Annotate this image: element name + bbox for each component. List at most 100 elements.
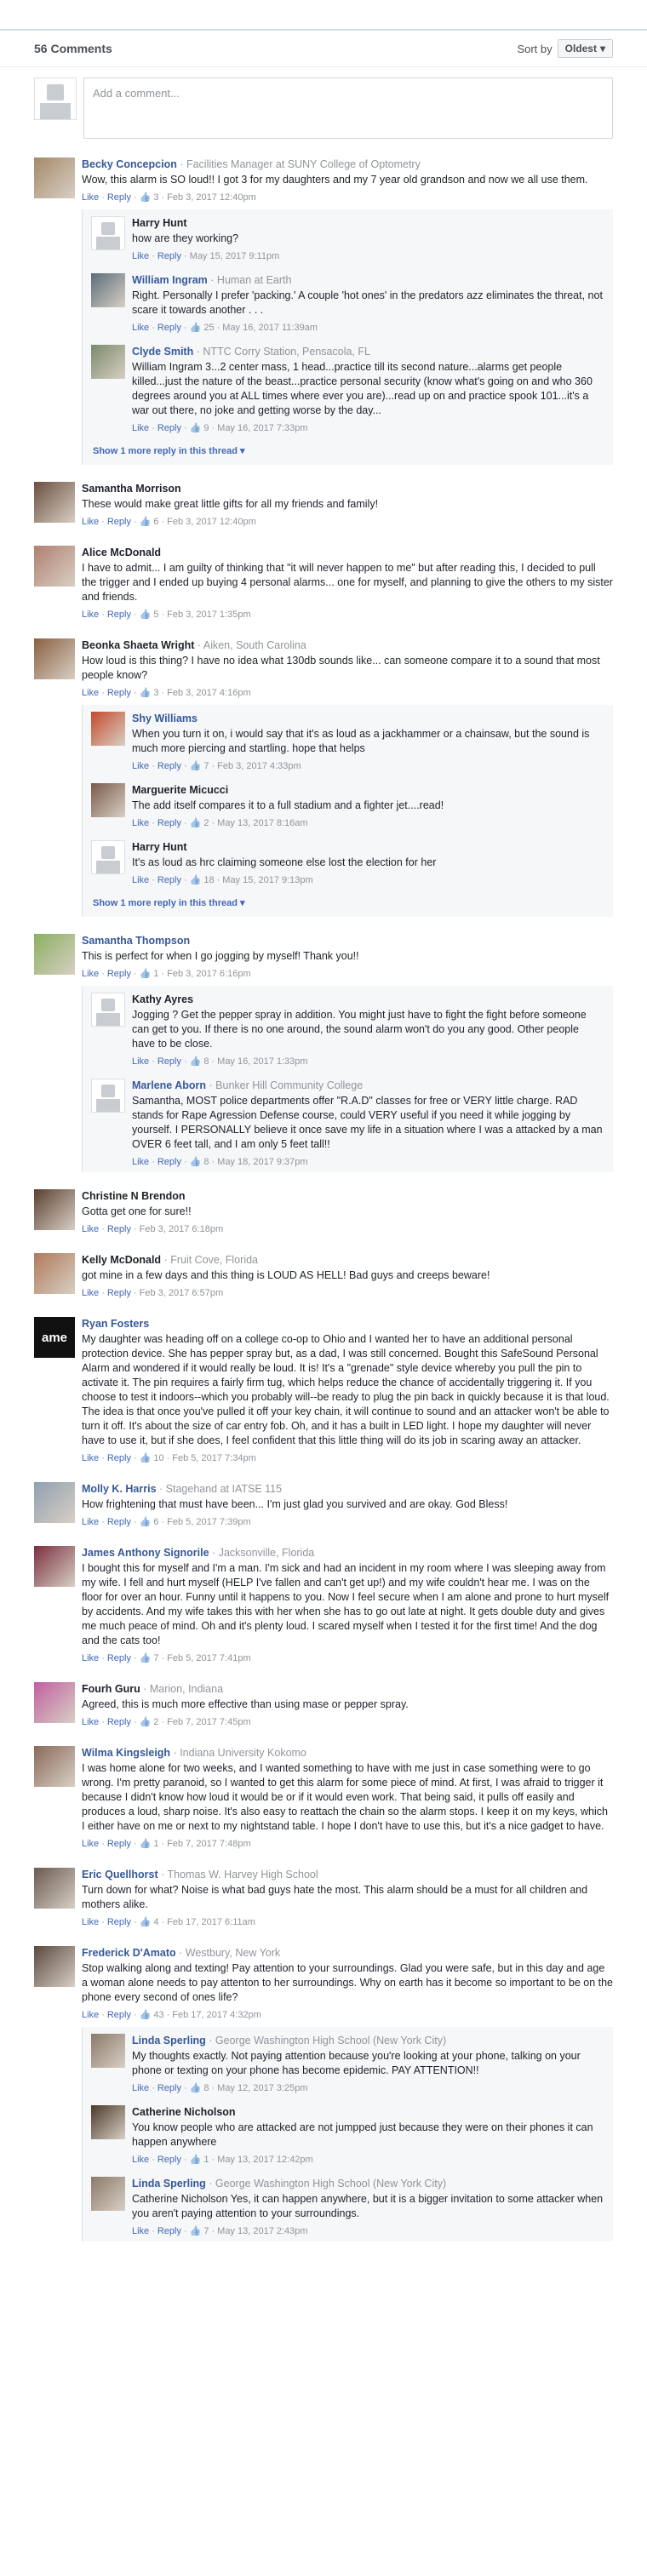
author-name[interactable]: Samantha Thompson <box>82 935 190 947</box>
comment: Wilma Kingsleigh · Indiana University Ko… <box>0 1741 647 1854</box>
reply-link[interactable]: Reply <box>157 1155 181 1169</box>
like-link[interactable]: Like <box>82 2008 99 2022</box>
comment-text: Agreed, this is much more effective than… <box>82 1698 409 1710</box>
separator: · <box>101 610 105 620</box>
reply-link[interactable]: Reply <box>107 191 131 204</box>
separator: · <box>101 1653 105 1663</box>
reply-link[interactable]: Reply <box>107 1286 131 1300</box>
reply-link[interactable]: Reply <box>107 1915 131 1929</box>
like-link[interactable]: Like <box>82 1715 99 1729</box>
author-name[interactable]: Linda Sperling <box>132 2178 206 2190</box>
separator: · <box>101 2010 105 2020</box>
author-name[interactable]: Linda Sperling <box>132 2035 206 2046</box>
like-count: 6 <box>153 517 159 527</box>
like-link[interactable]: Like <box>82 1915 99 1929</box>
author-name[interactable]: Eric Quellhorst <box>82 1869 158 1880</box>
author-line: Wilma Kingsleigh · Indiana University Ko… <box>82 1746 613 1760</box>
reply-link[interactable]: Reply <box>157 1055 181 1068</box>
separator: · <box>133 1839 137 1849</box>
separator: · <box>161 517 165 527</box>
like-link[interactable]: Like <box>82 1837 99 1851</box>
author-name[interactable]: Wilma Kingsleigh <box>82 1747 170 1759</box>
avatar <box>91 2177 125 2211</box>
author-name[interactable]: Clyde Smith <box>132 346 193 358</box>
like-link[interactable]: Like <box>132 421 149 435</box>
like-count: 9 <box>203 423 209 433</box>
timestamp: May 13, 2017 8:16am <box>217 818 308 828</box>
like-link[interactable]: Like <box>132 816 149 830</box>
reply-link[interactable]: Reply <box>157 321 181 335</box>
reply-link[interactable]: Reply <box>157 873 181 887</box>
like-link[interactable]: Like <box>132 2081 149 2095</box>
sort-select[interactable]: Oldest ▾ <box>557 39 613 58</box>
like-link[interactable]: Like <box>82 1652 99 1665</box>
reply-link[interactable]: Reply <box>107 1222 131 1236</box>
author-name[interactable]: Frederick D'Amato <box>82 1947 176 1959</box>
like-link[interactable]: Like <box>132 249 149 263</box>
author-name[interactable]: Molly K. Harris <box>82 1483 157 1495</box>
reply-link[interactable]: Reply <box>157 421 181 435</box>
reply-link[interactable]: Reply <box>107 1837 131 1851</box>
author-affiliation: · Westbury, New York <box>179 1947 281 1959</box>
avatar-shoulders <box>95 1098 121 1112</box>
like-link[interactable]: Like <box>82 608 99 621</box>
author-name[interactable]: Becky Concepcion <box>82 158 177 170</box>
author-name[interactable]: Marlene Aborn <box>132 1079 206 1091</box>
like-link[interactable]: Like <box>82 1286 99 1300</box>
author-line: Kelly McDonald · Fruit Cove, Florida <box>82 1253 613 1268</box>
author-name: Marguerite Micucci <box>132 784 229 796</box>
comment-input[interactable]: Add a comment... <box>83 77 613 139</box>
like-link[interactable]: Like <box>82 1222 99 1236</box>
comment-text: How loud is this thing? I have no idea w… <box>82 655 600 681</box>
thumbs-up-icon: 👍 <box>139 1839 152 1849</box>
reply-link[interactable]: Reply <box>107 608 131 621</box>
like-link[interactable]: Like <box>82 1515 99 1529</box>
thumbs-up-icon: 👍 <box>139 1453 152 1463</box>
like-count: 3 <box>153 192 159 203</box>
reply-link[interactable]: Reply <box>107 1715 131 1729</box>
comment-actions: Like · Reply · 👍 4 · Feb 17, 2017 6:11am <box>82 1915 613 1929</box>
author-name[interactable]: Shy Williams <box>132 713 198 724</box>
like-link[interactable]: Like <box>132 2153 149 2167</box>
like-link[interactable]: Like <box>82 686 99 700</box>
thumbs-up-icon: 👍 <box>189 761 202 771</box>
like-link[interactable]: Like <box>132 321 149 335</box>
reply-link[interactable]: Reply <box>107 686 131 700</box>
like-link[interactable]: Like <box>82 1451 99 1465</box>
chevron-down-icon: ▾ <box>599 43 605 54</box>
avatar <box>34 1253 75 1294</box>
like-link[interactable]: Like <box>82 515 99 529</box>
reply-link[interactable]: Reply <box>107 967 131 981</box>
reply-link[interactable]: Reply <box>107 1652 131 1665</box>
reply-link[interactable]: Reply <box>107 1451 131 1465</box>
comment-text: Gotta get one for sure!! <box>82 1205 192 1217</box>
show-more-replies-link[interactable]: Show 1 more reply in this thread ▾ <box>83 438 613 465</box>
like-link[interactable]: Like <box>82 191 99 204</box>
author-name[interactable]: William Ingram <box>132 274 208 286</box>
reply-link[interactable]: Reply <box>157 759 181 773</box>
reply: Kathy Ayres Jogging ? Get the pepper spra… <box>83 986 613 1072</box>
comment: Eric Quellhorst · Thomas W. Harvey High … <box>0 1863 647 1932</box>
reply-link[interactable]: Reply <box>157 816 181 830</box>
separator: · <box>133 1717 137 1727</box>
like-link[interactable]: Like <box>82 967 99 981</box>
author-name[interactable]: James Anthony Signorile <box>82 1547 209 1559</box>
reply-link[interactable]: Reply <box>107 515 131 529</box>
reply-link[interactable]: Reply <box>157 2224 181 2238</box>
reply-link[interactable]: Reply <box>157 249 181 263</box>
like-link[interactable]: Like <box>132 759 149 773</box>
reply-link[interactable]: Reply <box>107 1515 131 1529</box>
reply-link[interactable]: Reply <box>157 2081 181 2095</box>
reply-link[interactable]: Reply <box>107 2008 131 2022</box>
author-affiliation: · NTTC Corry Station, Pensacola, FL <box>196 346 370 358</box>
separator: · <box>152 2083 155 2093</box>
reply-link[interactable]: Reply <box>157 2153 181 2167</box>
author-name[interactable]: Ryan Fosters <box>82 1318 149 1330</box>
like-link[interactable]: Like <box>132 1155 149 1169</box>
like-link[interactable]: Like <box>132 2224 149 2238</box>
show-more-replies-link[interactable]: Show 1 more reply in this thread ▾ <box>83 890 613 917</box>
like-link[interactable]: Like <box>132 873 149 887</box>
like-link[interactable]: Like <box>132 1055 149 1068</box>
